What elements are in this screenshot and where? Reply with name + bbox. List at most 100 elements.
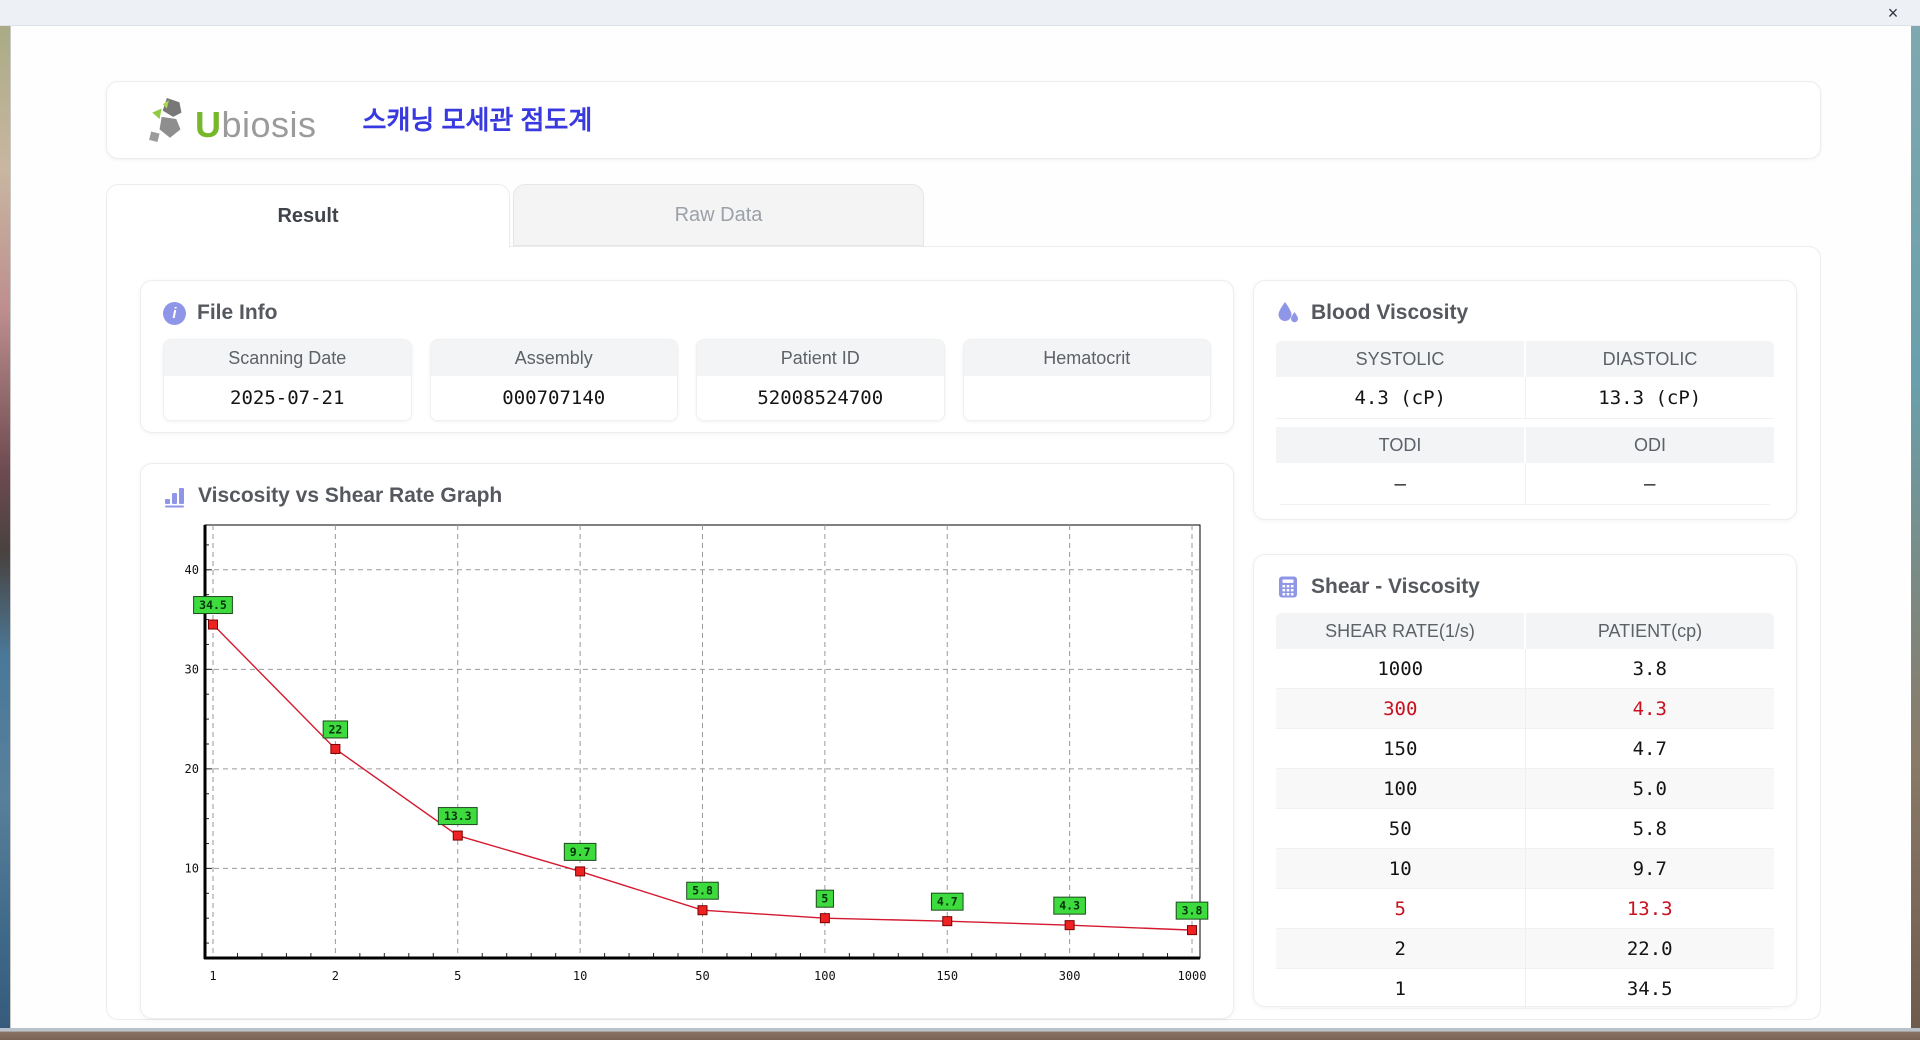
page-title: 스캐닝 모세관 점도계 (362, 104, 593, 135)
patient-viscosity-cell: 4.3 (1632, 697, 1667, 720)
viscosity-chart: 10 20 30 40 1 2 5 10 50 100 150 300 1000 34.5 22 13.3 9.… (175, 520, 1211, 997)
ubiosis-logo: Ubiosis (149, 97, 317, 143)
todi-header: TODI (1276, 427, 1526, 463)
table-row: 10 9.7 (1276, 849, 1774, 889)
table-row: 150 4.7 (1276, 729, 1774, 769)
field-label: Scanning Date (164, 340, 411, 376)
table-row: 300 4.3 (1276, 689, 1774, 729)
shear-viscosity-card: Shear - Viscosity SHEAR RATE(1/s) PATIEN… (1253, 554, 1797, 1009)
systolic-header: SYSTOLIC (1276, 341, 1526, 377)
app-header: Ubiosis 스캐닝 모세관 점도계 (106, 81, 1821, 159)
viscosity-chart-svg: 10 20 30 40 1 2 5 10 50 100 150 300 1000 34.5 22 13.3 9.… (185, 524, 1209, 983)
field-value: 2025-07-21 (164, 376, 411, 420)
tab-raw-data[interactable]: Raw Data (513, 184, 924, 246)
svg-text:5: 5 (454, 969, 461, 983)
graph-title: Viscosity vs Shear Rate Graph (163, 484, 1211, 508)
file-info-card: i File Info Scanning Date 2025-07-21 Assem… (140, 280, 1234, 433)
svg-text:10: 10 (573, 969, 587, 983)
svg-text:10: 10 (185, 861, 199, 875)
field-value: 52008524700 (697, 376, 944, 420)
patient-viscosity-cell: 13.3 (1626, 897, 1673, 920)
diastolic-value: 13.3 (cP) (1525, 377, 1774, 419)
svg-text:40: 40 (185, 563, 199, 577)
svg-text:3.8: 3.8 (1182, 904, 1203, 918)
shear-rate-cell: 10 (1276, 849, 1526, 888)
field-value: 000707140 (430, 376, 677, 420)
app-window: Ubiosis 스캐닝 모세관 점도계 Result Raw Data i Fi… (10, 26, 1911, 1028)
desktop-strip-left (0, 26, 10, 1040)
svg-text:300: 300 (1059, 969, 1081, 983)
logo-text: Ubiosis (195, 104, 317, 145)
shear-viscosity-title: Shear - Viscosity (1276, 575, 1774, 599)
table-row: 1000 3.8 (1276, 649, 1774, 689)
svg-text:13.3: 13.3 (444, 809, 472, 823)
desktop-strip-right (1911, 26, 1920, 1040)
shear-rate-cell: 2 (1276, 929, 1526, 968)
table-row: 1 34.5 (1276, 969, 1774, 1009)
odi-header: ODI (1526, 427, 1774, 463)
shear-rate-cell: 150 (1276, 729, 1526, 768)
viscosity-graph-card: Viscosity vs Shear Rate Graph 10 20 30 40 1 2… (140, 463, 1234, 1019)
table-row: 100 5.0 (1276, 769, 1774, 809)
field-value (963, 376, 1210, 420)
svg-text:4.7: 4.7 (937, 895, 958, 909)
info-icon: i (163, 301, 186, 325)
shear-rate-cell: 300 (1276, 689, 1526, 728)
blood-viscosity-table: SYSTOLIC DIASTOLIC 4.3 (cP) 13.3 (cP) TO… (1276, 341, 1774, 505)
blood-viscosity-title: Blood Viscosity (1276, 301, 1774, 325)
desktop-strip-bottom (0, 1028, 1920, 1040)
shear-rate-cell: 1000 (1276, 649, 1526, 688)
field-label: Assembly (430, 340, 677, 376)
shear-table-body: 1000 3.8 300 4.3 150 4.7 100 5.0 50 5.8 … (1276, 649, 1774, 1009)
file-info-field: Assembly 000707140 (429, 339, 678, 421)
file-info-title: i File Info (163, 301, 1211, 325)
todi-value: – (1276, 463, 1526, 505)
svg-text:30: 30 (185, 662, 199, 676)
odi-value: – (1525, 463, 1774, 505)
blood-viscosity-card: Blood Viscosity SYSTOLIC DIASTOLIC 4.3 (… (1253, 280, 1797, 520)
patient-viscosity-cell: 5.8 (1632, 817, 1667, 840)
shear-rate-cell: 1 (1276, 969, 1526, 1008)
patient-viscosity-cell: 5.0 (1632, 777, 1667, 800)
systolic-value: 4.3 (cP) (1276, 377, 1526, 419)
table-row: 5 13.3 (1276, 889, 1774, 929)
shear-rate-header: SHEAR RATE(1/s) (1276, 613, 1526, 649)
shear-rate-cell: 50 (1276, 809, 1526, 848)
svg-text:150: 150 (936, 969, 958, 983)
svg-text:1000: 1000 (1178, 969, 1207, 983)
file-info-field: Scanning Date 2025-07-21 (163, 339, 412, 421)
patient-viscosity-cell: 4.7 (1632, 737, 1667, 760)
svg-text:9.7: 9.7 (570, 845, 591, 859)
window-titlebar: × (0, 0, 1920, 26)
patient-viscosity-cell: 3.8 (1632, 657, 1667, 680)
field-label: Hematocrit (963, 340, 1210, 376)
file-info-field: Hematocrit (962, 339, 1211, 421)
field-label: Patient ID (697, 340, 944, 376)
ubiosis-logo-icon (149, 97, 191, 143)
bar-chart-icon (163, 484, 187, 508)
patient-viscosity-cell: 34.5 (1626, 977, 1673, 1000)
tab-result[interactable]: Result (106, 184, 510, 248)
patient-viscosity-cell: 9.7 (1632, 857, 1667, 880)
svg-text:2: 2 (332, 969, 339, 983)
svg-text:100: 100 (814, 969, 836, 983)
patient-header: PATIENT(cp) (1526, 613, 1774, 649)
result-panel: i File Info Scanning Date 2025-07-21 Assem… (106, 246, 1821, 1020)
svg-text:1: 1 (209, 969, 216, 983)
svg-text:4.3: 4.3 (1059, 899, 1080, 913)
diastolic-header: DIASTOLIC (1526, 341, 1774, 377)
shear-table: SHEAR RATE(1/s) PATIENT(cp) 1000 3.8 300… (1276, 613, 1774, 1009)
svg-text:22: 22 (328, 722, 342, 736)
close-icon[interactable]: × (1882, 2, 1904, 24)
svg-text:5.8: 5.8 (692, 884, 713, 898)
svg-text:5: 5 (821, 892, 828, 906)
svg-text:34.5: 34.5 (199, 598, 227, 612)
svg-text:50: 50 (695, 969, 709, 983)
file-info-field: Patient ID 52008524700 (696, 339, 945, 421)
shear-rate-cell: 100 (1276, 769, 1526, 808)
svg-text:20: 20 (185, 762, 199, 776)
calculator-icon (1276, 575, 1300, 599)
patient-viscosity-cell: 22.0 (1626, 937, 1673, 960)
file-info-fields: Scanning Date 2025-07-21 Assembly 000707140… (163, 339, 1211, 421)
table-row: 2 22.0 (1276, 929, 1774, 969)
